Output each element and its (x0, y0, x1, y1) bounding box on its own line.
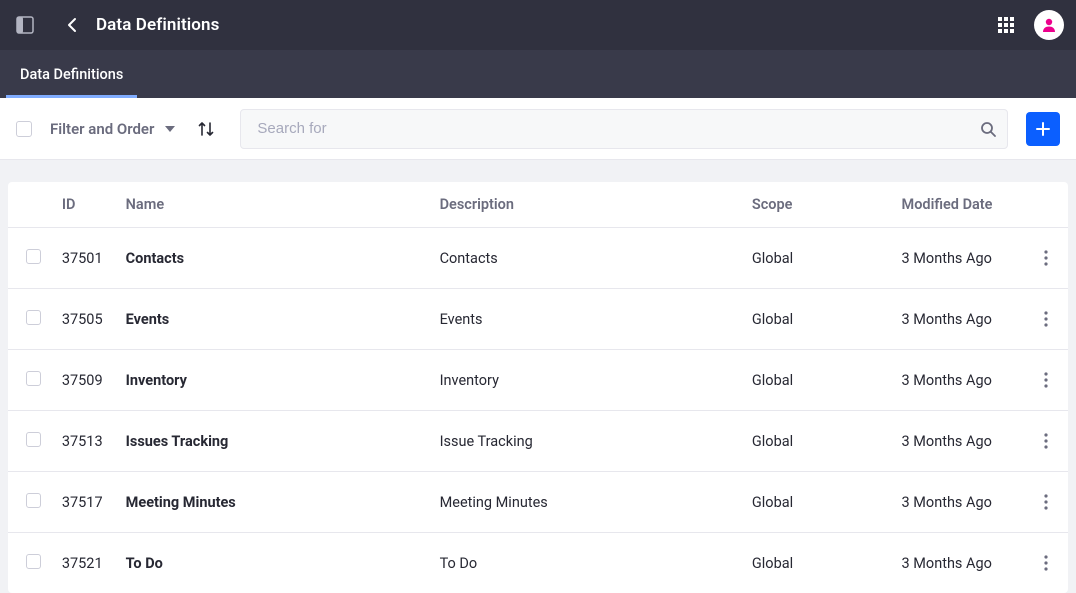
row-modified: 3 Months Ago (894, 533, 1025, 593)
row-scope: Global (744, 533, 894, 593)
row-actions-menu[interactable] (1034, 368, 1058, 392)
row-scope: Global (744, 350, 894, 411)
row-actions-cell (1024, 289, 1068, 350)
column-header-name[interactable]: Name (118, 182, 432, 228)
row-checkbox-cell (8, 350, 54, 411)
row-modified: 3 Months Ago (894, 411, 1025, 472)
row-name[interactable]: Inventory (118, 350, 432, 411)
row-modified: 3 Months Ago (894, 228, 1025, 289)
table-header-row: ID Name Description Scope Modified Date (8, 182, 1068, 228)
apps-grid-icon[interactable] (994, 13, 1018, 37)
row-checkbox-cell (8, 289, 54, 350)
row-name[interactable]: Issues Tracking (118, 411, 432, 472)
row-id: 37501 (54, 228, 118, 289)
row-id: 37517 (54, 472, 118, 533)
row-scope: Global (744, 472, 894, 533)
column-header-modified[interactable]: Modified Date (894, 182, 1025, 228)
table-row[interactable]: 37517Meeting MinutesMeeting MinutesGloba… (8, 472, 1068, 533)
add-button[interactable] (1026, 112, 1060, 146)
row-description: Events (432, 289, 744, 350)
row-modified: 3 Months Ago (894, 472, 1025, 533)
row-checkbox[interactable] (26, 432, 41, 447)
row-id: 37513 (54, 411, 118, 472)
plus-icon (1035, 121, 1051, 137)
row-checkbox[interactable] (26, 371, 41, 386)
back-button[interactable] (60, 13, 84, 37)
row-checkbox[interactable] (26, 554, 41, 569)
row-id: 37521 (54, 533, 118, 593)
row-id: 37505 (54, 289, 118, 350)
row-actions-menu[interactable] (1034, 429, 1058, 453)
column-header-description[interactable]: Description (432, 182, 744, 228)
app-header: Data Definitions (0, 0, 1076, 50)
row-modified: 3 Months Ago (894, 350, 1025, 411)
row-actions-menu[interactable] (1034, 551, 1058, 575)
row-actions-cell (1024, 228, 1068, 289)
row-actions-cell (1024, 411, 1068, 472)
content-area: ID Name Description Scope Modified Date … (0, 160, 1076, 593)
select-all-checkbox[interactable] (16, 121, 32, 137)
filter-label: Filter and Order (50, 120, 154, 138)
row-checkbox[interactable] (26, 310, 41, 325)
row-name[interactable]: Events (118, 289, 432, 350)
row-description: Meeting Minutes (432, 472, 744, 533)
row-checkbox[interactable] (26, 493, 41, 508)
table-row[interactable]: 37521To DoTo DoGlobal3 Months Ago (8, 533, 1068, 593)
kebab-icon (1044, 372, 1048, 388)
sort-arrows-icon (197, 120, 215, 138)
table-row[interactable]: 37509InventoryInventoryGlobal3 Months Ag… (8, 350, 1068, 411)
kebab-icon (1044, 433, 1048, 449)
row-scope: Global (744, 228, 894, 289)
row-name[interactable]: Meeting Minutes (118, 472, 432, 533)
row-checkbox-cell (8, 472, 54, 533)
panel-toggle-icon[interactable] (14, 14, 36, 36)
row-actions-menu[interactable] (1034, 490, 1058, 514)
tab-data-definitions[interactable]: Data Definitions (0, 50, 143, 98)
row-description: Inventory (432, 350, 744, 411)
row-scope: Global (744, 411, 894, 472)
table-row[interactable]: 37513Issues TrackingIssue TrackingGlobal… (8, 411, 1068, 472)
row-checkbox[interactable] (26, 249, 41, 264)
row-name[interactable]: Contacts (118, 228, 432, 289)
row-description: Issue Tracking (432, 411, 744, 472)
data-table-card: ID Name Description Scope Modified Date … (8, 182, 1068, 593)
kebab-icon (1044, 555, 1048, 571)
tab-strip: Data Definitions (0, 50, 1076, 98)
table-row[interactable]: 37505EventsEventsGlobal3 Months Ago (8, 289, 1068, 350)
column-header-scope[interactable]: Scope (744, 182, 894, 228)
row-scope: Global (744, 289, 894, 350)
filter-and-order-dropdown[interactable]: Filter and Order (50, 120, 176, 138)
row-modified: 3 Months Ago (894, 289, 1025, 350)
row-actions-cell (1024, 350, 1068, 411)
column-header-id[interactable]: ID (54, 182, 118, 228)
row-id: 37509 (54, 350, 118, 411)
sort-toggle-button[interactable] (194, 117, 218, 141)
caret-down-icon (164, 123, 176, 135)
row-name[interactable]: To Do (118, 533, 432, 593)
column-header-actions (1024, 182, 1068, 228)
row-checkbox-cell (8, 228, 54, 289)
data-definitions-table: ID Name Description Scope Modified Date … (8, 182, 1068, 593)
search-input-wrapper (240, 109, 1008, 149)
row-actions-cell (1024, 533, 1068, 593)
kebab-icon (1044, 250, 1048, 266)
row-description: Contacts (432, 228, 744, 289)
row-checkbox-cell (8, 533, 54, 593)
page-title: Data Definitions (96, 15, 219, 35)
row-actions-cell (1024, 472, 1068, 533)
search-input[interactable] (240, 109, 1008, 149)
table-row[interactable]: 37501ContactsContactsGlobal3 Months Ago (8, 228, 1068, 289)
user-avatar[interactable] (1034, 10, 1064, 40)
kebab-icon (1044, 311, 1048, 327)
row-actions-menu[interactable] (1034, 307, 1058, 331)
row-actions-menu[interactable] (1034, 246, 1058, 270)
column-header-checkbox (8, 182, 54, 228)
row-description: To Do (432, 533, 744, 593)
toolbar: Filter and Order (0, 98, 1076, 160)
kebab-icon (1044, 494, 1048, 510)
tab-label: Data Definitions (20, 66, 123, 83)
row-checkbox-cell (8, 411, 54, 472)
